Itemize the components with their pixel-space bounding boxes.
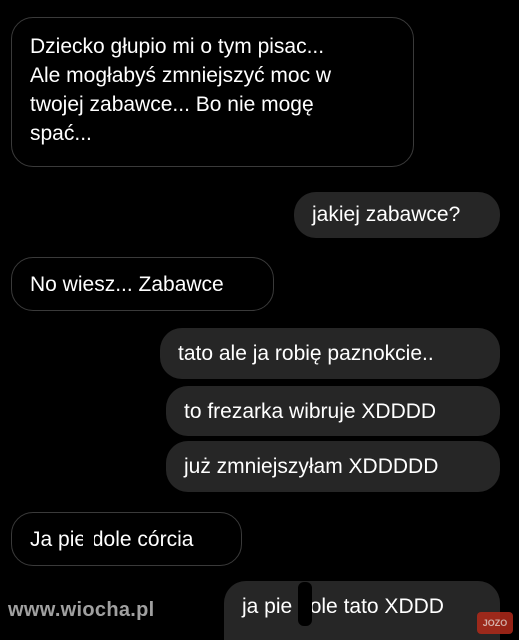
message-bubble-outgoing[interactable]: już zmniejszyłam XDDDDD [166, 441, 500, 492]
message-bubble-outgoing[interactable]: jakiej zabawce? [294, 192, 500, 238]
censor-mark [83, 521, 94, 558]
censor-mark [298, 582, 312, 626]
site-watermark: www.wiocha.pl [8, 599, 155, 621]
message-bubble-outgoing[interactable]: ja pie dole tato XDDD [224, 581, 500, 640]
message-bubble-incoming[interactable]: Dziecko głupio mi o tym pisac... Ale mog… [11, 17, 414, 167]
message-bubble-outgoing[interactable]: to frezarka wibruje XDDDD [166, 386, 500, 436]
message-bubble-outgoing[interactable]: tato ale ja robię paznokcie.. [160, 328, 500, 379]
watermark-badge: JOZO [477, 612, 513, 634]
message-bubble-incoming[interactable]: Ja pie dole córcia [11, 512, 242, 566]
message-bubble-incoming[interactable]: No wiesz... Zabawce [11, 257, 274, 311]
